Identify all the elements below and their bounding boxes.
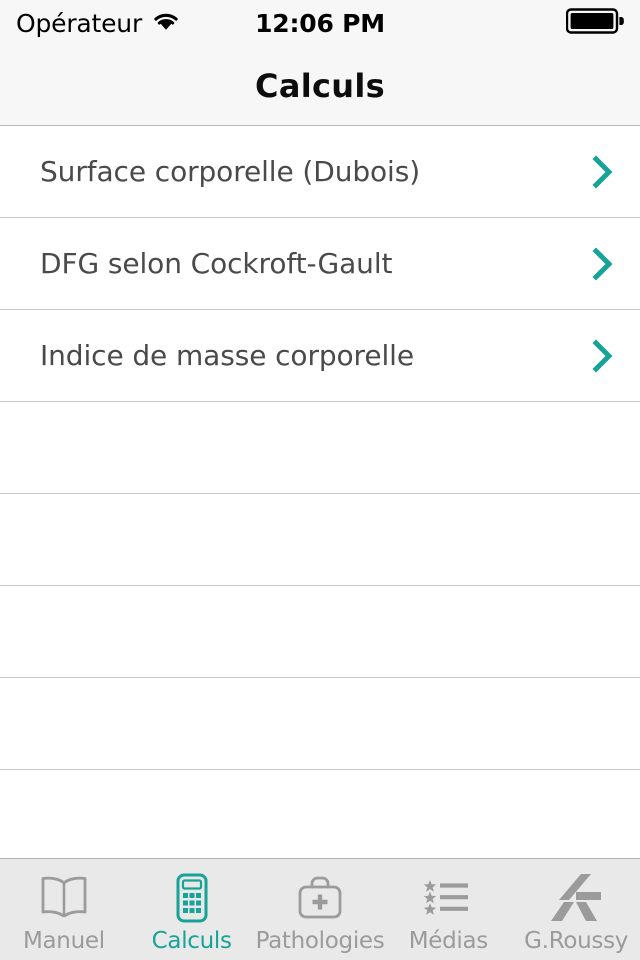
- chevron-right-icon: [588, 154, 618, 189]
- chevron-right-icon: [588, 246, 618, 281]
- tab-label: Pathologies: [255, 927, 385, 954]
- list-item[interactable]: DFG selon Cockroft-Gault: [0, 218, 640, 310]
- page-title: Calculs: [255, 66, 385, 105]
- list-item-label: Surface corporelle (Dubois): [40, 155, 421, 188]
- medical-bag-icon: [291, 872, 349, 924]
- tab-medias[interactable]: Médias: [384, 859, 512, 960]
- chevron-right-icon: [588, 338, 618, 373]
- tab-g-roussy[interactable]: G.Roussy: [512, 859, 640, 960]
- list-empty-row: [0, 586, 640, 678]
- list-empty-row: [0, 402, 640, 494]
- navigation-bar: Calculs: [0, 46, 640, 126]
- tab-label: Médias: [408, 927, 489, 954]
- tab-calculs[interactable]: Calculs: [128, 859, 256, 960]
- tab-pathologies[interactable]: Pathologies: [256, 859, 385, 960]
- tab-label: G.Roussy: [524, 927, 629, 954]
- status-bar: Opérateur 12:06 PM: [0, 0, 640, 46]
- battery-full-icon: [565, 8, 624, 38]
- list-item[interactable]: Surface corporelle (Dubois): [0, 126, 640, 218]
- clock-label: 12:06 PM: [255, 8, 385, 38]
- book-icon: [35, 872, 93, 924]
- list-item[interactable]: Indice de masse corporelle: [0, 310, 640, 402]
- tab-bar: Manuel Calculs Pathologies Médias G.Rous…: [0, 858, 640, 960]
- list-empty-row: [0, 494, 640, 586]
- list-empty-row: [0, 678, 640, 770]
- list-empty-row: [0, 770, 640, 858]
- status-bar-left: Opérateur: [16, 9, 255, 38]
- status-bar-center: 12:06 PM: [255, 9, 385, 38]
- status-bar-right: [385, 8, 624, 38]
- list-item-label: Indice de masse corporelle: [40, 339, 414, 372]
- carrier-label: Opérateur: [16, 8, 143, 38]
- gustave-roussy-logo-icon: [545, 872, 607, 924]
- list-item-label: DFG selon Cockroft-Gault: [40, 247, 393, 280]
- wifi-icon: [152, 10, 180, 36]
- calculations-list: Surface corporelle (Dubois) DFG selon Co…: [0, 126, 640, 858]
- tab-label: Calculs: [151, 927, 232, 954]
- tab-manuel[interactable]: Manuel: [0, 859, 128, 960]
- tab-label: Manuel: [22, 927, 105, 954]
- app-screen: Opérateur 12:06 PM Calculs Surface corpo…: [0, 0, 640, 960]
- calculator-icon: [170, 872, 214, 924]
- starred-list-icon: [421, 872, 475, 924]
